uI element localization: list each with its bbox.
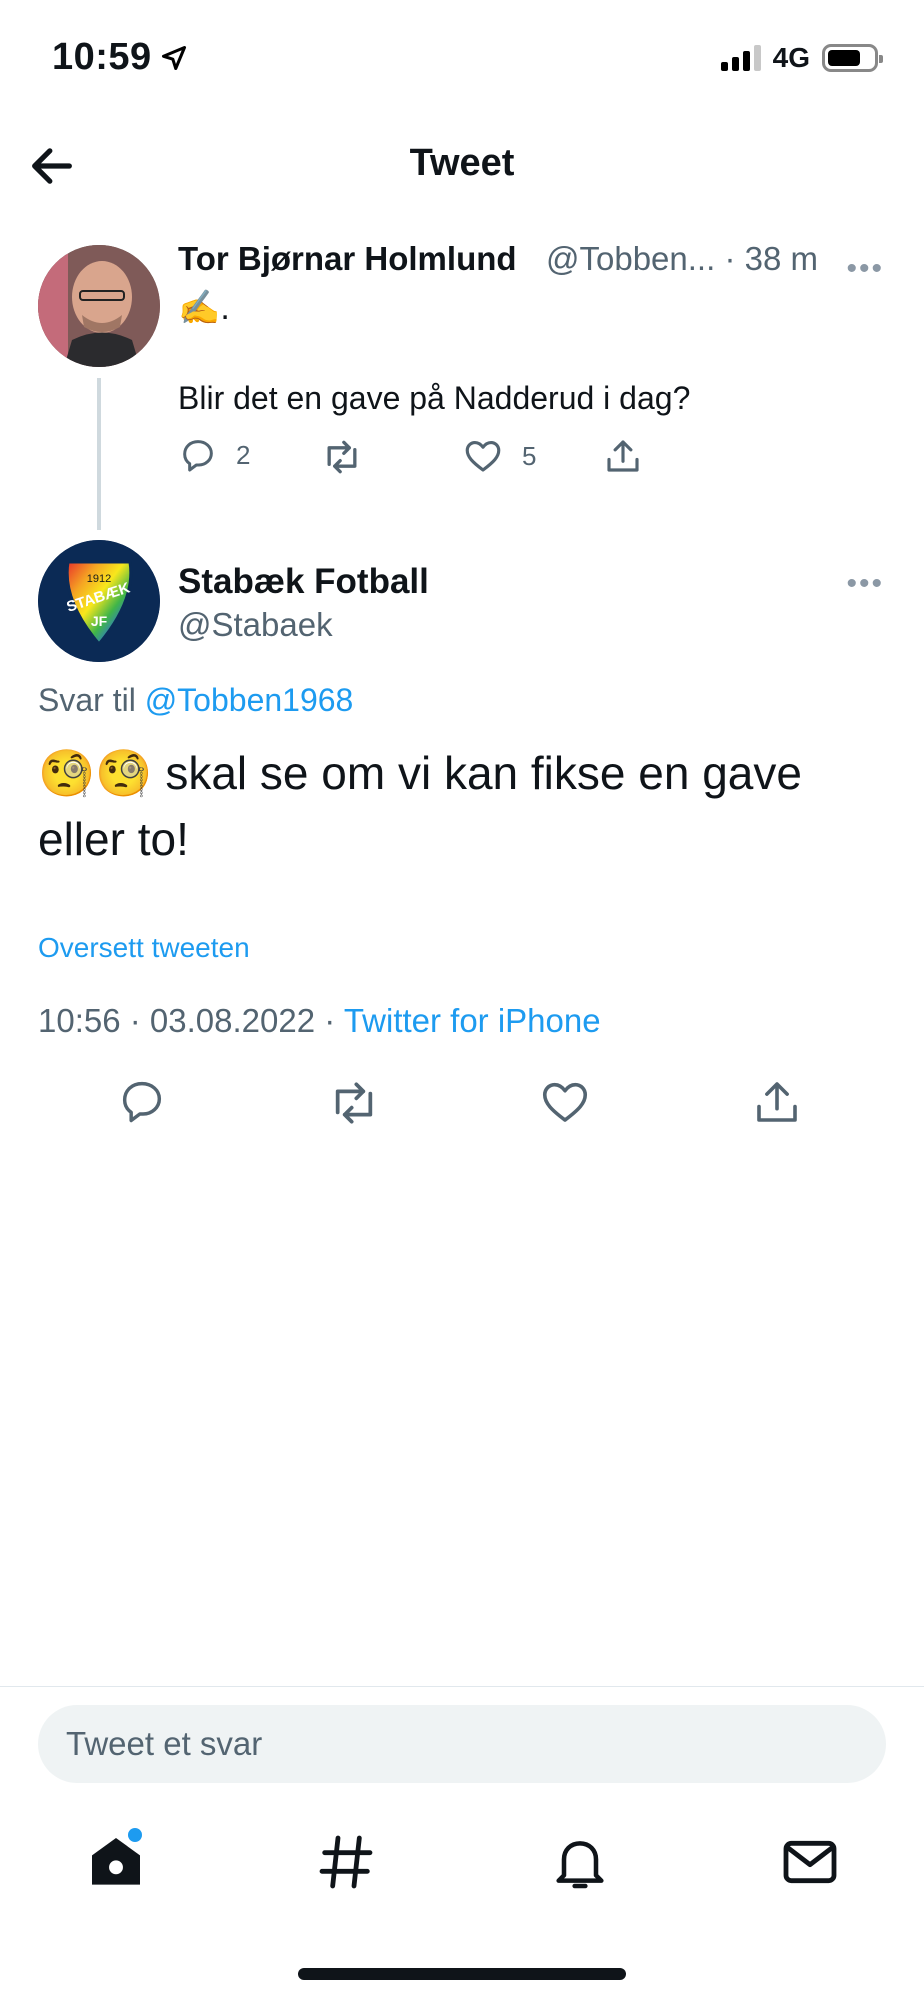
reply-button[interactable] — [116, 1075, 172, 1131]
cellular-signal-icon — [720, 45, 761, 71]
main-tweet-text: 🧐🧐 skal se om vi kan fikse en gave eller… — [38, 747, 802, 865]
parent-tweet-actions: 2 5 — [178, 435, 778, 485]
main-tweet-actions — [0, 1075, 924, 1135]
parent-retweet-button[interactable] — [320, 435, 364, 479]
tweet-source-link[interactable]: Twitter for iPhone — [344, 1002, 601, 1039]
reply-handle-link[interactable]: @Tobben1968 — [145, 682, 354, 718]
thread-connector-line — [97, 378, 101, 530]
tweet-timestamp: 10:56 · 03.08.2022 · — [38, 1002, 344, 1039]
retweet-icon — [327, 440, 357, 474]
parent-author-handle-time: @Tobben... · 38 m — [546, 240, 818, 277]
bell-icon — [556, 1841, 604, 1889]
share-button[interactable] — [750, 1075, 806, 1131]
tweet-metadata: 10:56 · 03.08.2022 · Twitter for iPhone — [38, 1002, 601, 1040]
like-button[interactable] — [538, 1075, 594, 1131]
tab-messages[interactable] — [778, 1830, 842, 1894]
parent-tweet-text: Blir det en gave på Nadderud i dag? — [178, 380, 691, 416]
top-navigation: Tweet — [0, 120, 924, 210]
page-title: Tweet — [409, 142, 515, 184]
parent-like-button[interactable]: 5 — [462, 435, 536, 477]
heart-icon — [465, 440, 501, 472]
parent-author-name[interactable]: Tor Bjørnar Holmlund — [178, 240, 517, 278]
reply-context: Svar til @Tobben1968 — [38, 682, 353, 719]
location-arrow-icon — [161, 45, 186, 70]
reply-icon — [183, 440, 213, 472]
heart-icon — [542, 1082, 588, 1122]
parent-more-options-icon[interactable]: ••• — [846, 252, 884, 286]
parent-share-button[interactable] — [602, 435, 644, 477]
svg-text:JF: JF — [91, 613, 108, 629]
mail-icon — [783, 1840, 837, 1884]
parent-author-avatar[interactable] — [38, 245, 160, 367]
reply-input[interactable]: Tweet et svar — [38, 1705, 886, 1783]
reply-composer-bar: Tweet et svar — [0, 1686, 924, 1786]
hashtag-icon — [319, 1835, 373, 1889]
parent-reply-count: 2 — [236, 439, 251, 470]
main-more-options-icon[interactable]: ••• — [846, 567, 884, 601]
avatar-portrait-icon — [38, 245, 160, 367]
parent-emoji-line: ✍️. — [178, 289, 230, 327]
reply-prefix: Svar til — [38, 682, 145, 718]
parent-reply-button[interactable]: 2 — [178, 435, 250, 475]
main-author-avatar[interactable]: 1912 STABÆK JF — [38, 540, 160, 662]
network-type: 4G — [772, 42, 810, 73]
retweet-icon — [335, 1082, 373, 1124]
retweet-button[interactable] — [326, 1075, 382, 1131]
translate-tweet-link[interactable]: Oversett tweeten — [38, 932, 250, 964]
status-bar: 10:59 4G — [0, 0, 924, 120]
stabaek-logo-icon: 1912 STABÆK JF — [38, 540, 160, 662]
main-author-name[interactable]: Stabæk Fotball — [178, 562, 429, 602]
svg-text:1912: 1912 — [87, 573, 111, 585]
parent-like-count: 5 — [522, 440, 537, 471]
share-icon — [607, 440, 639, 472]
main-author-handle[interactable]: @Stabaek — [178, 606, 333, 644]
tab-explore[interactable] — [314, 1830, 378, 1894]
status-time-text: 10:59 — [52, 36, 152, 78]
home-unread-dot — [128, 1828, 142, 1842]
share-icon — [757, 1082, 797, 1122]
status-time: 10:59 — [52, 36, 188, 79]
reply-icon — [122, 1081, 162, 1123]
battery-icon — [822, 44, 883, 72]
home-indicator[interactable] — [298, 1968, 626, 1980]
status-indicators: 4G — [720, 42, 883, 74]
tab-notifications[interactable] — [548, 1830, 612, 1894]
